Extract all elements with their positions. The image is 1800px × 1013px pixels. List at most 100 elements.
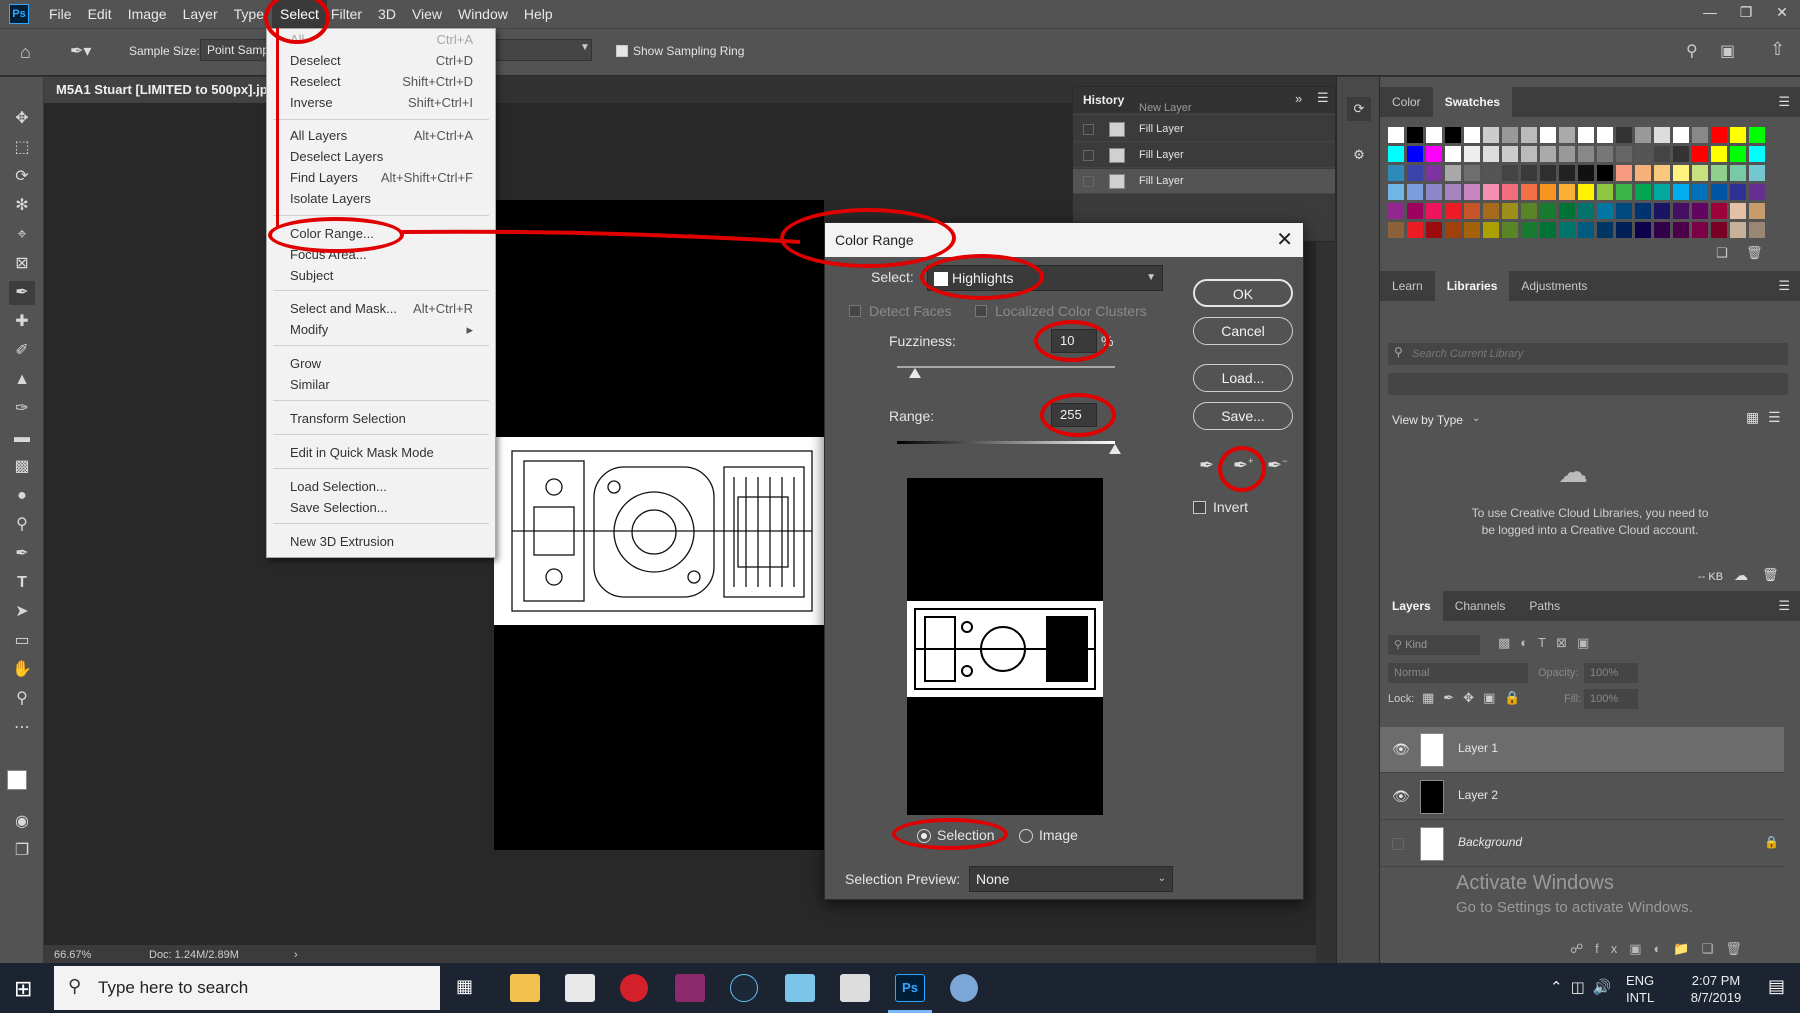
menu-item-load-selection[interactable]: Load Selection... (267, 476, 495, 497)
swatch[interactable] (1540, 146, 1556, 162)
menu-item-deselect[interactable]: Deselect Ctrl+D (267, 50, 495, 71)
swatch[interactable] (1445, 127, 1461, 143)
swatch[interactable] (1673, 184, 1689, 200)
swatch[interactable] (1692, 146, 1708, 162)
swatch[interactable] (1464, 127, 1480, 143)
swatch[interactable] (1749, 127, 1765, 143)
swatch[interactable] (1635, 184, 1651, 200)
swatch[interactable] (1483, 127, 1499, 143)
blend-mode-select[interactable]: Normal (1388, 663, 1528, 683)
swatch[interactable] (1654, 203, 1670, 219)
save-button[interactable]: Save... (1193, 402, 1293, 430)
healing-tool-icon[interactable]: ✚ (9, 310, 35, 334)
swatch[interactable] (1597, 222, 1613, 238)
swatch[interactable] (1521, 165, 1537, 181)
swatch[interactable] (1749, 203, 1765, 219)
swatch[interactable] (1692, 127, 1708, 143)
swatch[interactable] (1692, 165, 1708, 181)
swatch[interactable] (1673, 146, 1689, 162)
menu-item-transform-selection[interactable]: Transform Selection (267, 408, 495, 429)
swatch[interactable] (1578, 146, 1594, 162)
windows-start-icon[interactable]: ⊞ (14, 976, 32, 1002)
fuzziness-slider-thumb[interactable] (909, 368, 921, 378)
taskbar-search-input[interactable]: Type here to search (54, 966, 440, 1010)
task-view-icon[interactable]: ▦ (456, 976, 473, 997)
eyedropper-tool-icon[interactable]: ✒ (9, 281, 35, 305)
tab-channels[interactable]: Channels (1443, 591, 1518, 621)
view-by-type[interactable]: View by Type (1392, 413, 1463, 427)
swatch[interactable] (1711, 146, 1727, 162)
layer-row[interactable]: 👁 Layer 1 (1380, 727, 1784, 773)
menu-item-reselect[interactable]: Reselect Shift+Ctrl+D (267, 71, 495, 92)
swatch[interactable] (1654, 165, 1670, 181)
swatch[interactable] (1464, 184, 1480, 200)
panel-menu-icon[interactable]: ☰ (1778, 87, 1790, 117)
swatch[interactable] (1502, 184, 1518, 200)
swatch[interactable] (1502, 222, 1518, 238)
swatch[interactable] (1388, 222, 1404, 238)
swatch[interactable] (1711, 165, 1727, 181)
swatch[interactable] (1597, 165, 1613, 181)
menu-item-quick-mask[interactable]: Edit in Quick Mask Mode (267, 442, 495, 463)
swatch[interactable] (1635, 127, 1651, 143)
visibility-eye-icon[interactable]: 👁 (1392, 788, 1410, 805)
tab-adjustments[interactable]: Adjustments (1509, 271, 1599, 301)
swatch[interactable] (1559, 127, 1575, 143)
opacity-input[interactable]: 100% (1584, 663, 1638, 683)
eraser-tool-icon[interactable]: ▬ (9, 426, 35, 450)
swatch[interactable] (1730, 165, 1746, 181)
clock[interactable]: 2:07 PM 8/7/2019 (1678, 972, 1754, 1006)
invert-checkbox[interactable] (1193, 501, 1206, 514)
swatch[interactable] (1521, 222, 1537, 238)
frame-tool-icon[interactable]: ⊠ (9, 252, 35, 276)
swatch[interactable] (1426, 184, 1442, 200)
load-button[interactable]: Load... (1193, 364, 1293, 392)
swatch[interactable] (1407, 203, 1423, 219)
menu-help[interactable]: Help (516, 0, 561, 28)
localized-clusters-checkbox[interactable] (975, 305, 987, 317)
menu-view[interactable]: View (404, 0, 450, 28)
swatch[interactable] (1426, 222, 1442, 238)
swatch[interactable] (1616, 127, 1632, 143)
swatch[interactable] (1578, 222, 1594, 238)
swatch[interactable] (1502, 165, 1518, 181)
share-icon[interactable]: ⇧ (1770, 39, 1785, 60)
lasso-tool-icon[interactable]: ⟳ (9, 165, 35, 189)
swatch[interactable] (1521, 127, 1537, 143)
swatch[interactable] (1730, 127, 1746, 143)
swatch[interactable] (1749, 146, 1765, 162)
tab-swatches[interactable]: Swatches (1432, 87, 1513, 117)
zoom-tool-icon[interactable]: ⚲ (9, 687, 35, 711)
crop-tool-icon[interactable]: ⌖ (9, 223, 35, 247)
swatch[interactable] (1464, 165, 1480, 181)
dialog-close-icon[interactable]: ✕ (1276, 223, 1293, 257)
new-swatch-icon[interactable]: ❏ (1716, 245, 1728, 261)
eyedropper-tool-icon[interactable]: ✒▾ (70, 41, 91, 61)
restore-icon[interactable]: ❐ (1728, 0, 1764, 28)
selection-preview-select[interactable]: None ⌄ (969, 866, 1173, 892)
swatch[interactable] (1540, 184, 1556, 200)
swatch[interactable] (1426, 127, 1442, 143)
swatch[interactable] (1673, 165, 1689, 181)
steam-icon[interactable] (730, 974, 758, 1002)
close-icon[interactable]: ✕ (1764, 0, 1800, 28)
swatch[interactable] (1597, 146, 1613, 162)
app-icon[interactable] (785, 974, 815, 1002)
swatch[interactable] (1711, 184, 1727, 200)
swatch[interactable] (1730, 222, 1746, 238)
winrar-icon[interactable] (675, 974, 705, 1002)
swatch[interactable] (1654, 184, 1670, 200)
swatch[interactable] (1559, 184, 1575, 200)
marquee-tool-icon[interactable]: ⬚ (9, 136, 35, 160)
layer-filter-icons[interactable]: ▩◐T⊠▣ (1498, 635, 1599, 651)
brush-tool-icon[interactable]: ✐ (9, 339, 35, 363)
swatch[interactable] (1711, 222, 1727, 238)
swatch[interactable] (1388, 203, 1404, 219)
layer-kind-filter[interactable]: ⚲ Kind (1388, 635, 1480, 655)
path-select-tool-icon[interactable]: ➤ (9, 600, 35, 624)
workspace-icon[interactable]: ▣ (1720, 41, 1735, 61)
history-row-selected[interactable]: Fill Layer (1073, 169, 1335, 194)
swatch[interactable] (1597, 203, 1613, 219)
swatch[interactable] (1711, 203, 1727, 219)
swatch[interactable] (1540, 203, 1556, 219)
